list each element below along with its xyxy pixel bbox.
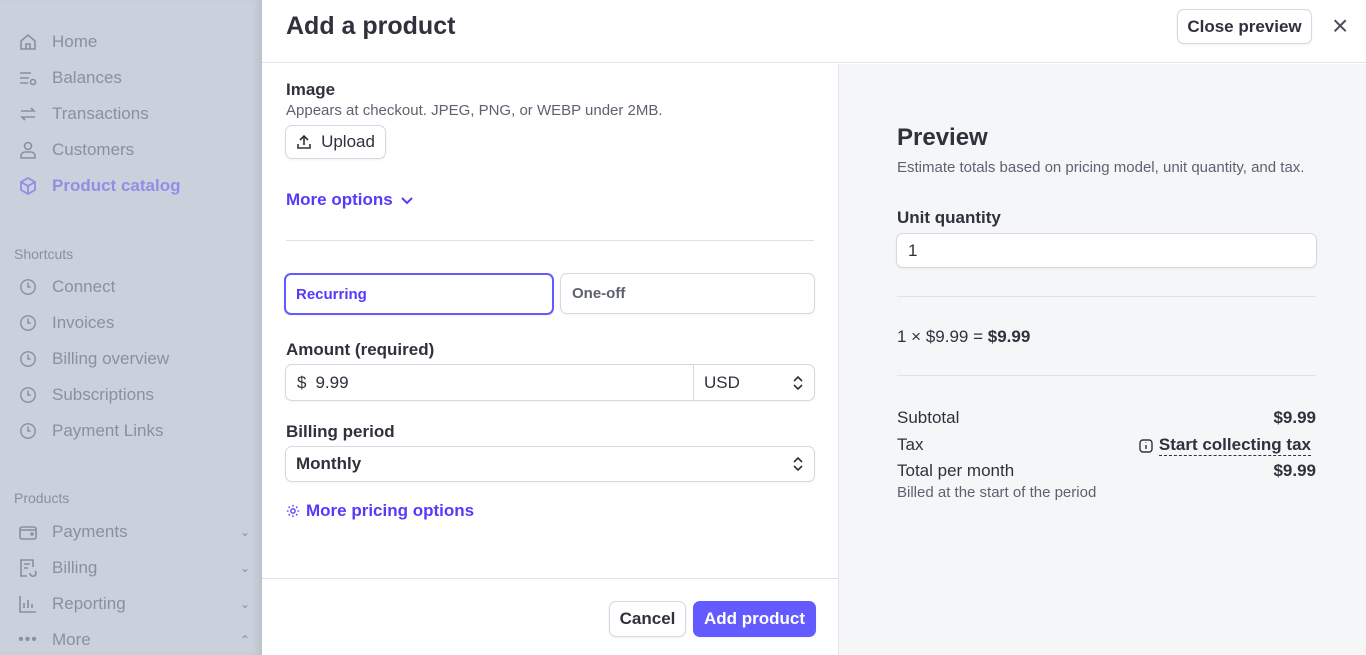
calc-total: $9.99: [988, 327, 1031, 346]
chevron-up-icon: ⌃: [240, 633, 250, 647]
chevron-down-icon: ⌄: [240, 561, 250, 575]
total-value: $9.99: [1273, 461, 1316, 481]
sidebar-item-label: Reporting: [52, 594, 126, 614]
chevron-down-icon: ⌄: [240, 525, 250, 539]
more-pricing-label: More pricing options: [306, 501, 474, 521]
shortcut-label: Subscriptions: [52, 385, 154, 405]
currency-value: USD: [704, 373, 792, 393]
amount-field: $ 9.99 USD: [285, 364, 815, 401]
preview-subtitle: Estimate totals based on pricing model, …: [897, 159, 1304, 176]
tax-link-label: Start collecting tax: [1159, 435, 1311, 456]
add-product-button[interactable]: Add product: [693, 601, 816, 637]
home-icon: [18, 32, 38, 52]
currency-symbol: $: [297, 373, 306, 393]
billing-period-value: Monthly: [296, 454, 792, 474]
close-preview-button[interactable]: Close preview: [1177, 9, 1312, 44]
product-form: Image Appears at checkout. JPEG, PNG, or…: [262, 64, 839, 655]
recurring-option[interactable]: Recurring: [284, 273, 554, 315]
transactions-icon: [18, 104, 38, 124]
sidebar-item-payments[interactable]: Payments ⌄: [18, 520, 250, 544]
unit-quantity-input[interactable]: 1: [896, 233, 1317, 268]
preview-panel: Preview Estimate totals based on pricing…: [839, 64, 1366, 655]
billed-note: Billed at the start of the period: [897, 484, 1096, 501]
sidebar-item-label: Billing: [52, 558, 97, 578]
shortcut-label: Billing overview: [52, 349, 169, 369]
more-pricing-options-link[interactable]: More pricing options: [286, 501, 474, 521]
shortcuts-heading: Shortcuts: [14, 246, 73, 262]
image-label: Image: [286, 80, 335, 100]
unit-quantity-label: Unit quantity: [897, 208, 1001, 228]
info-icon: [1139, 439, 1153, 453]
calc-expression: 1 × $9.99 =: [897, 327, 988, 346]
more-options-link[interactable]: More options: [286, 190, 415, 210]
more-options-label: More options: [286, 190, 393, 210]
chevron-down-icon: [399, 192, 415, 208]
sidebar-item-label: Payments: [52, 522, 128, 542]
tax-label: Tax: [897, 435, 923, 455]
one-off-label: One-off: [572, 285, 625, 302]
sidebar-item-product-catalog[interactable]: Product catalog: [18, 174, 250, 198]
total-label: Total per month: [897, 461, 1014, 481]
shortcut-connect[interactable]: Connect: [18, 275, 250, 299]
sidebar-item-more[interactable]: ••• More ⌃: [18, 628, 250, 652]
sidebar-item-label: Product catalog: [52, 176, 180, 196]
wallet-icon: [18, 522, 38, 542]
sidebar-item-label: Balances: [52, 68, 122, 88]
gear-icon: [286, 504, 300, 518]
one-off-option[interactable]: One-off: [560, 273, 815, 314]
sidebar-item-balances[interactable]: Balances: [18, 66, 250, 90]
subtotal-label: Subtotal: [897, 408, 959, 428]
upload-button[interactable]: Upload: [285, 125, 386, 159]
sidebar-item-transactions[interactable]: Transactions: [18, 102, 250, 126]
upload-label: Upload: [321, 132, 375, 152]
amount-input[interactable]: 9.99: [315, 373, 693, 393]
upload-icon: [296, 134, 312, 150]
clock-icon: [18, 277, 38, 297]
shortcut-payment-links[interactable]: Payment Links: [18, 419, 250, 443]
balances-icon: [18, 68, 38, 88]
preview-title: Preview: [897, 124, 988, 152]
shortcut-label: Connect: [52, 277, 115, 297]
box-icon: [18, 176, 38, 196]
products-heading: Products: [14, 490, 69, 506]
cancel-button[interactable]: Cancel: [609, 601, 686, 637]
billing-icon: [18, 558, 38, 578]
subtotal-value: $9.99: [1273, 408, 1316, 428]
close-icon[interactable]: ×: [1332, 10, 1348, 42]
sidebar-item-billing[interactable]: Billing ⌄: [18, 556, 250, 580]
recurring-label: Recurring: [296, 286, 367, 303]
shortcut-billing-overview[interactable]: Billing overview: [18, 347, 250, 371]
sidebar-item-home[interactable]: Home: [18, 30, 250, 54]
customer-icon: [18, 140, 38, 160]
shortcut-invoices[interactable]: Invoices: [18, 311, 250, 335]
clock-icon: [18, 313, 38, 333]
shortcut-label: Invoices: [52, 313, 114, 333]
clock-icon: [18, 421, 38, 441]
chevron-updown-icon: [792, 456, 804, 472]
ellipsis-icon: •••: [18, 630, 38, 650]
sidebar-item-reporting[interactable]: Reporting ⌄: [18, 592, 250, 616]
billing-period-label: Billing period: [286, 422, 395, 442]
currency-select[interactable]: USD: [693, 365, 814, 400]
amount-label: Amount (required): [286, 340, 434, 360]
bar-chart-icon: [18, 594, 38, 614]
start-collecting-tax-link[interactable]: Start collecting tax: [1139, 435, 1311, 456]
sidebar-item-customers[interactable]: Customers: [18, 138, 250, 162]
sidebar-item-label: More: [52, 630, 91, 650]
billing-period-select[interactable]: Monthly: [285, 446, 815, 482]
image-hint: Appears at checkout. JPEG, PNG, or WEBP …: [286, 102, 663, 119]
unit-quantity-value: 1: [908, 241, 917, 261]
sidebar-item-label: Customers: [52, 140, 134, 160]
chevron-down-icon: ⌄: [240, 597, 250, 611]
shortcut-label: Payment Links: [52, 421, 164, 441]
sidebar-item-label: Home: [52, 32, 97, 52]
clock-icon: [18, 385, 38, 405]
modal-header: Add a product Close preview ×: [262, 0, 1366, 63]
sidebar-item-label: Transactions: [52, 104, 149, 124]
chevron-updown-icon: [792, 375, 804, 391]
shortcut-subscriptions[interactable]: Subscriptions: [18, 383, 250, 407]
page-title: Add a product: [286, 12, 455, 41]
clock-icon: [18, 349, 38, 369]
sidebar: Home Balances Transactions Customers Pro…: [0, 0, 262, 655]
